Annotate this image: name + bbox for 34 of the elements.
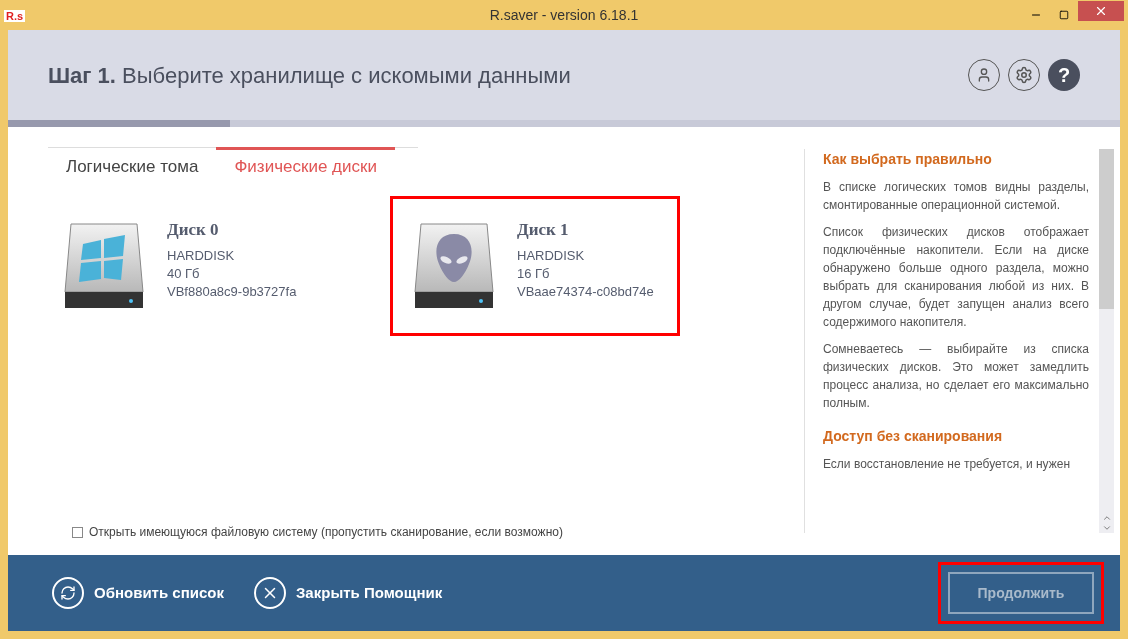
refresh-icon — [60, 585, 76, 601]
disk-size: 40 Гб — [167, 264, 201, 283]
tab[interactable]: Физические диски — [216, 147, 395, 186]
window-title: R.saver - version 6.18.1 — [489, 5, 639, 25]
disk-name: Диск 0 — [167, 220, 220, 239]
user-icon — [976, 67, 992, 83]
disk-type: HARDDISK — [167, 246, 236, 265]
checkbox[interactable] — [72, 526, 83, 538]
disk-card[interactable]: Диск 0 HARDDISK 40 Гб VBf880a8c9-9b3727fa — [40, 195, 330, 336]
page-title: Шаг 1. Выберите хранилище с искомыми данными — [48, 61, 571, 90]
scroll-up-icon[interactable] — [1101, 513, 1112, 523]
settings-icon — [1015, 66, 1033, 84]
app-logo: R.s — [4, 10, 26, 22]
disk-size: 16 Гб — [517, 264, 551, 283]
help-button[interactable]: ? — [1048, 59, 1080, 91]
disk-card[interactable]: Диск 1 HARDDISK 16 Гб VBaae74374-c08bd74e — [390, 195, 680, 336]
scroll-down-icon[interactable] — [1101, 523, 1112, 533]
help-paragraph: Сомневаетесь — выбирайте из списка физических дисков. Это может замедлить процесс анализа, но сделает его максимально полным. — [823, 341, 1089, 412]
help-heading: Доступ без сканирования — [823, 427, 1004, 446]
refresh-button[interactable]: Обновить список — [52, 577, 224, 609]
disk-name: Диск 1 — [517, 220, 570, 239]
help-heading: Как выбрать правильно — [823, 150, 993, 169]
tab[interactable]: Логические тома — [48, 147, 217, 186]
maximize-icon — [1059, 10, 1069, 20]
disk-type: HARDDISK — [517, 246, 586, 265]
disk-id: VBaae74374-c08bd74e — [517, 282, 654, 301]
disk-id: VBf880a8c9-9b3727fa — [167, 282, 297, 301]
help-paragraph: Список физических дисков отображает подключённые накопители. Если на диске обнаружено больше одного раздела, можно выбрать для сканирования любой из них. В другом случае, будет запущен анализ всего содержимого накопителя. — [823, 224, 1089, 331]
help-paragraph: В списке логических томов видны разделы, смонтированные операционной системой. — [823, 179, 1089, 214]
close-icon — [1094, 4, 1108, 18]
help-paragraph: Если восстановление не требуется, и нужен — [823, 456, 1072, 473]
scrollbar[interactable] — [1099, 149, 1114, 533]
checkbox-label: Открыть имеющуюся файловую систему (пропустить сканирование, если возможно) — [89, 524, 563, 541]
close-wizard-button[interactable]: Закрыть Помощник — [253, 577, 443, 609]
